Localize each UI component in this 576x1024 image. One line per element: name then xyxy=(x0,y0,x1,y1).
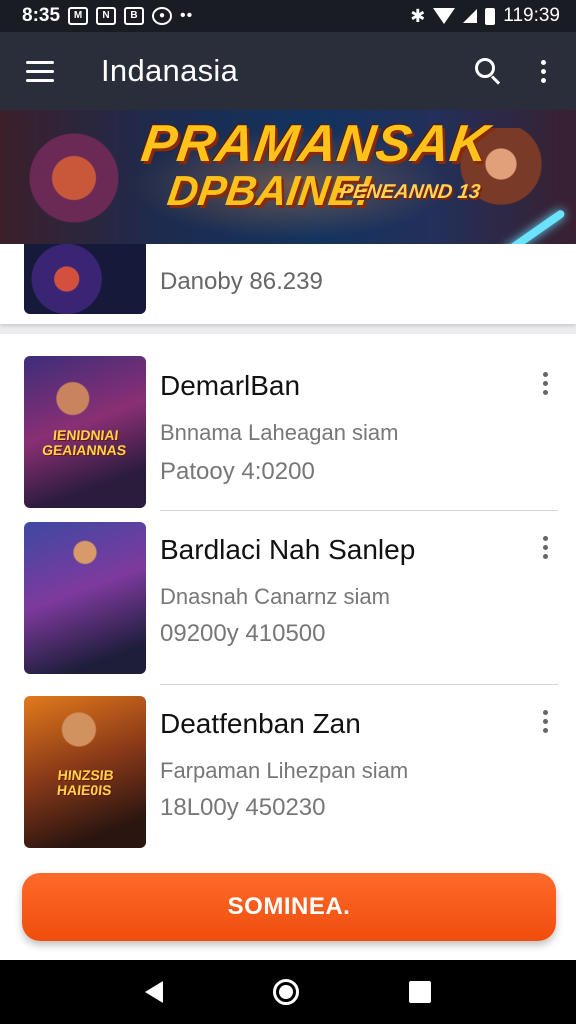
list-item[interactable]: HINZSIB HAIE0IS Deatfenban Zan Farpaman … xyxy=(0,686,576,862)
item-meta: 18L00y 450230 xyxy=(160,794,326,821)
more-notifications-icon: •• xyxy=(180,7,194,24)
item-subtitle: Farpaman Lihezpan siam xyxy=(160,758,409,783)
list-item[interactable]: Bardlaci Nah Sanlep Dnasnah Canarnz siam… xyxy=(0,512,576,688)
thumbnail-caption: HINZSIB HAIE0IS xyxy=(56,767,115,798)
primary-cta-button[interactable]: SOMINEA. xyxy=(22,873,556,941)
signal-icon xyxy=(463,9,478,23)
game-thumbnail: IENIDNIAI GEAIANNAS xyxy=(24,356,146,508)
hero-character-image xyxy=(20,130,140,244)
thumbnail-caption: IENIDNIAI GEAIANNAS xyxy=(41,427,128,458)
item-more-icon[interactable] xyxy=(543,536,548,559)
notification-app-icon: ● xyxy=(152,7,173,25)
promo-banner[interactable]: PRAMANSAK DPBAINE! PENEANND 13 xyxy=(0,110,576,244)
item-title: Deatfenban Zan xyxy=(160,708,361,739)
divider xyxy=(160,684,558,685)
item-meta: Patooy 4:0200 xyxy=(160,458,315,485)
recents-icon[interactable] xyxy=(409,981,431,1003)
game-list: IENIDNIAI GEAIANNAS DemarlBan Bnnama Lah… xyxy=(0,334,576,874)
item-meta: Danoby 86.239 xyxy=(160,268,323,295)
notification-app-icon: N xyxy=(96,7,117,25)
item-subtitle: Dnasnah Canarnz siam xyxy=(160,584,390,609)
game-thumbnail xyxy=(24,522,146,674)
list-item[interactable]: IENIDNIAI GEAIANNAS DemarlBan Bnnama Lah… xyxy=(0,344,576,520)
home-icon[interactable] xyxy=(273,979,299,1005)
app-title: Indanasia xyxy=(101,53,239,88)
notification-app-icon: B xyxy=(124,7,145,25)
divider xyxy=(160,510,558,511)
status-bar: 8:35 M N B ● •• ✱ 119:39 xyxy=(0,0,576,32)
system-nav-bar xyxy=(0,960,576,1024)
list-item[interactable]: Danoby 86.239 xyxy=(0,244,576,324)
banner-subheadline: PENEANND 13 xyxy=(338,181,482,203)
bluetooth-icon: ✱ xyxy=(410,5,426,26)
app-bar: Indanasia xyxy=(0,32,576,110)
item-more-icon[interactable] xyxy=(543,710,548,733)
banner-headline: PRAMANSAK xyxy=(137,115,494,173)
search-icon[interactable] xyxy=(475,58,501,85)
content-list: Danoby 86.239 IENIDNIAI GEAIANNAS Demarl… xyxy=(0,244,576,960)
battery-icon xyxy=(485,7,496,25)
game-thumbnail: HINZSIB HAIE0IS xyxy=(24,696,146,848)
item-more-icon[interactable] xyxy=(543,372,548,395)
game-thumbnail xyxy=(24,244,146,314)
wifi-icon xyxy=(433,8,456,24)
item-title: DemarlBan xyxy=(160,370,301,401)
item-title: Bardlaci Nah Sanlep xyxy=(160,534,416,565)
status-clock: 119:39 xyxy=(503,5,560,26)
status-time: 8:35 xyxy=(22,5,61,26)
item-meta: 09200y 410500 xyxy=(160,620,326,647)
notification-app-icon: M xyxy=(68,7,89,25)
overflow-menu-icon[interactable] xyxy=(541,59,546,83)
hamburger-menu-icon[interactable] xyxy=(26,60,54,82)
item-subtitle: Bnnama Laheagan siam xyxy=(160,420,399,445)
back-icon[interactable] xyxy=(145,981,163,1003)
